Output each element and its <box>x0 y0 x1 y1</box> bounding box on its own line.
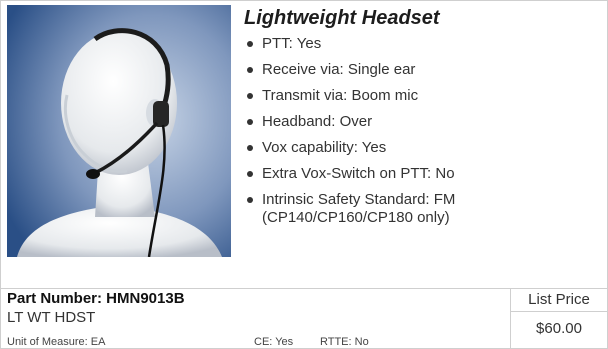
price-column: List Price $60.00 <box>510 289 607 349</box>
product-top-section: Lightweight Headset PTT: Yes Receive via… <box>1 1 607 286</box>
rtte-status: RTTE: No <box>320 336 369 348</box>
product-title: Lightweight Headset <box>244 7 440 29</box>
ce-status: CE: Yes <box>254 336 294 348</box>
part-number: Part Number: HMN9013B <box>7 290 185 307</box>
spec-item: PTT: Yes <box>244 35 604 53</box>
part-info: Part Number: HMN9013B LT WT HDST Unit of… <box>7 289 507 349</box>
headset-mannequin-image <box>7 5 231 257</box>
product-image <box>7 5 231 257</box>
spec-item: Receive via: Single ear <box>244 61 604 79</box>
product-card: Lightweight Headset PTT: Yes Receive via… <box>0 0 608 349</box>
spec-item: Headband: Over <box>244 113 604 131</box>
spec-item: Transmit via: Boom mic <box>244 87 604 105</box>
short-description: LT WT HDST <box>7 309 96 326</box>
spec-item: Intrinsic Safety Standard: FM (CP140/CP1… <box>244 191 512 227</box>
spec-item: Vox capability: Yes <box>244 139 604 157</box>
product-footer: Part Number: HMN9013B LT WT HDST Unit of… <box>1 288 607 349</box>
unit-of-measure: Unit of Measure: EA <box>7 336 106 348</box>
list-price-value: $60.00 <box>510 312 607 349</box>
spec-list: PTT: Yes Receive via: Single ear Transmi… <box>244 35 604 235</box>
spec-item: Extra Vox-Switch on PTT: No <box>244 165 604 183</box>
list-price-label: List Price <box>510 289 607 312</box>
